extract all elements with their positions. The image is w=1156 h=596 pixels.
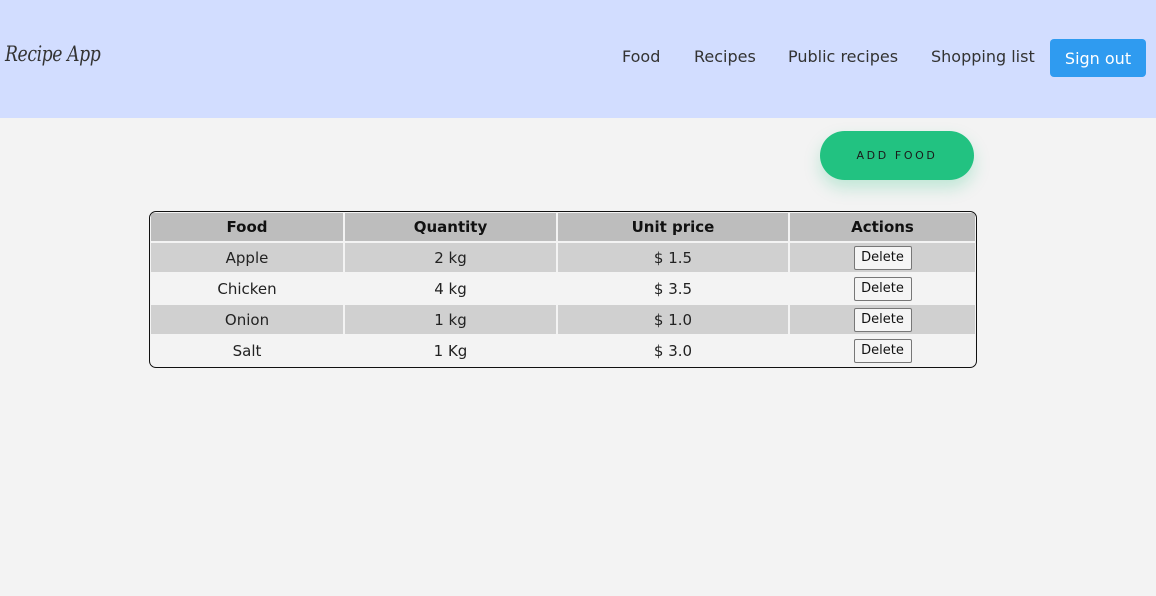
- column-header-unit-price: Unit price: [558, 213, 788, 241]
- food-table-container: Food Quantity Unit price Actions Apple 2…: [149, 211, 977, 368]
- add-food-button[interactable]: ADD FOOD: [820, 131, 974, 180]
- cell-unit-price: $ 3.5: [558, 274, 788, 303]
- table-row: Salt 1 Kg $ 3.0 Delete: [151, 336, 975, 365]
- table-row: Onion 1 kg $ 1.0 Delete: [151, 305, 975, 334]
- cell-food: Onion: [151, 305, 343, 334]
- cell-actions: Delete: [790, 243, 975, 272]
- nav-link-recipes[interactable]: Recipes: [694, 46, 756, 68]
- table-row: Chicken 4 kg $ 3.5 Delete: [151, 274, 975, 303]
- cell-actions: Delete: [790, 336, 975, 365]
- cell-food: Chicken: [151, 274, 343, 303]
- column-header-quantity: Quantity: [345, 213, 556, 241]
- cell-food: Apple: [151, 243, 343, 272]
- cell-food: Salt: [151, 336, 343, 365]
- cell-quantity: 1 Kg: [345, 336, 556, 365]
- table-header-row: Food Quantity Unit price Actions: [151, 213, 975, 241]
- cell-unit-price: $ 1.5: [558, 243, 788, 272]
- nav-link-food[interactable]: Food: [622, 46, 660, 68]
- cell-quantity: 1 kg: [345, 305, 556, 334]
- delete-button[interactable]: Delete: [853, 276, 912, 301]
- sign-out-button[interactable]: Sign out: [1050, 39, 1146, 77]
- delete-button[interactable]: Delete: [853, 307, 912, 332]
- nav-link-public-recipes[interactable]: Public recipes: [788, 46, 898, 68]
- delete-button[interactable]: Delete: [853, 245, 912, 270]
- navbar: Recipe App Food Recipes Public recipes S…: [0, 0, 1156, 118]
- cell-unit-price: $ 1.0: [558, 305, 788, 334]
- table-row: Apple 2 kg $ 1.5 Delete: [151, 243, 975, 272]
- cell-actions: Delete: [790, 274, 975, 303]
- cell-quantity: 2 kg: [345, 243, 556, 272]
- cell-actions: Delete: [790, 305, 975, 334]
- column-header-food: Food: [151, 213, 343, 241]
- cell-quantity: 4 kg: [345, 274, 556, 303]
- app-title[interactable]: Recipe App: [5, 42, 101, 66]
- delete-button[interactable]: Delete: [853, 338, 912, 363]
- cell-unit-price: $ 3.0: [558, 336, 788, 365]
- column-header-actions: Actions: [790, 213, 975, 241]
- nav-link-shopping-list[interactable]: Shopping list: [931, 46, 1035, 68]
- food-table: Food Quantity Unit price Actions Apple 2…: [150, 212, 976, 367]
